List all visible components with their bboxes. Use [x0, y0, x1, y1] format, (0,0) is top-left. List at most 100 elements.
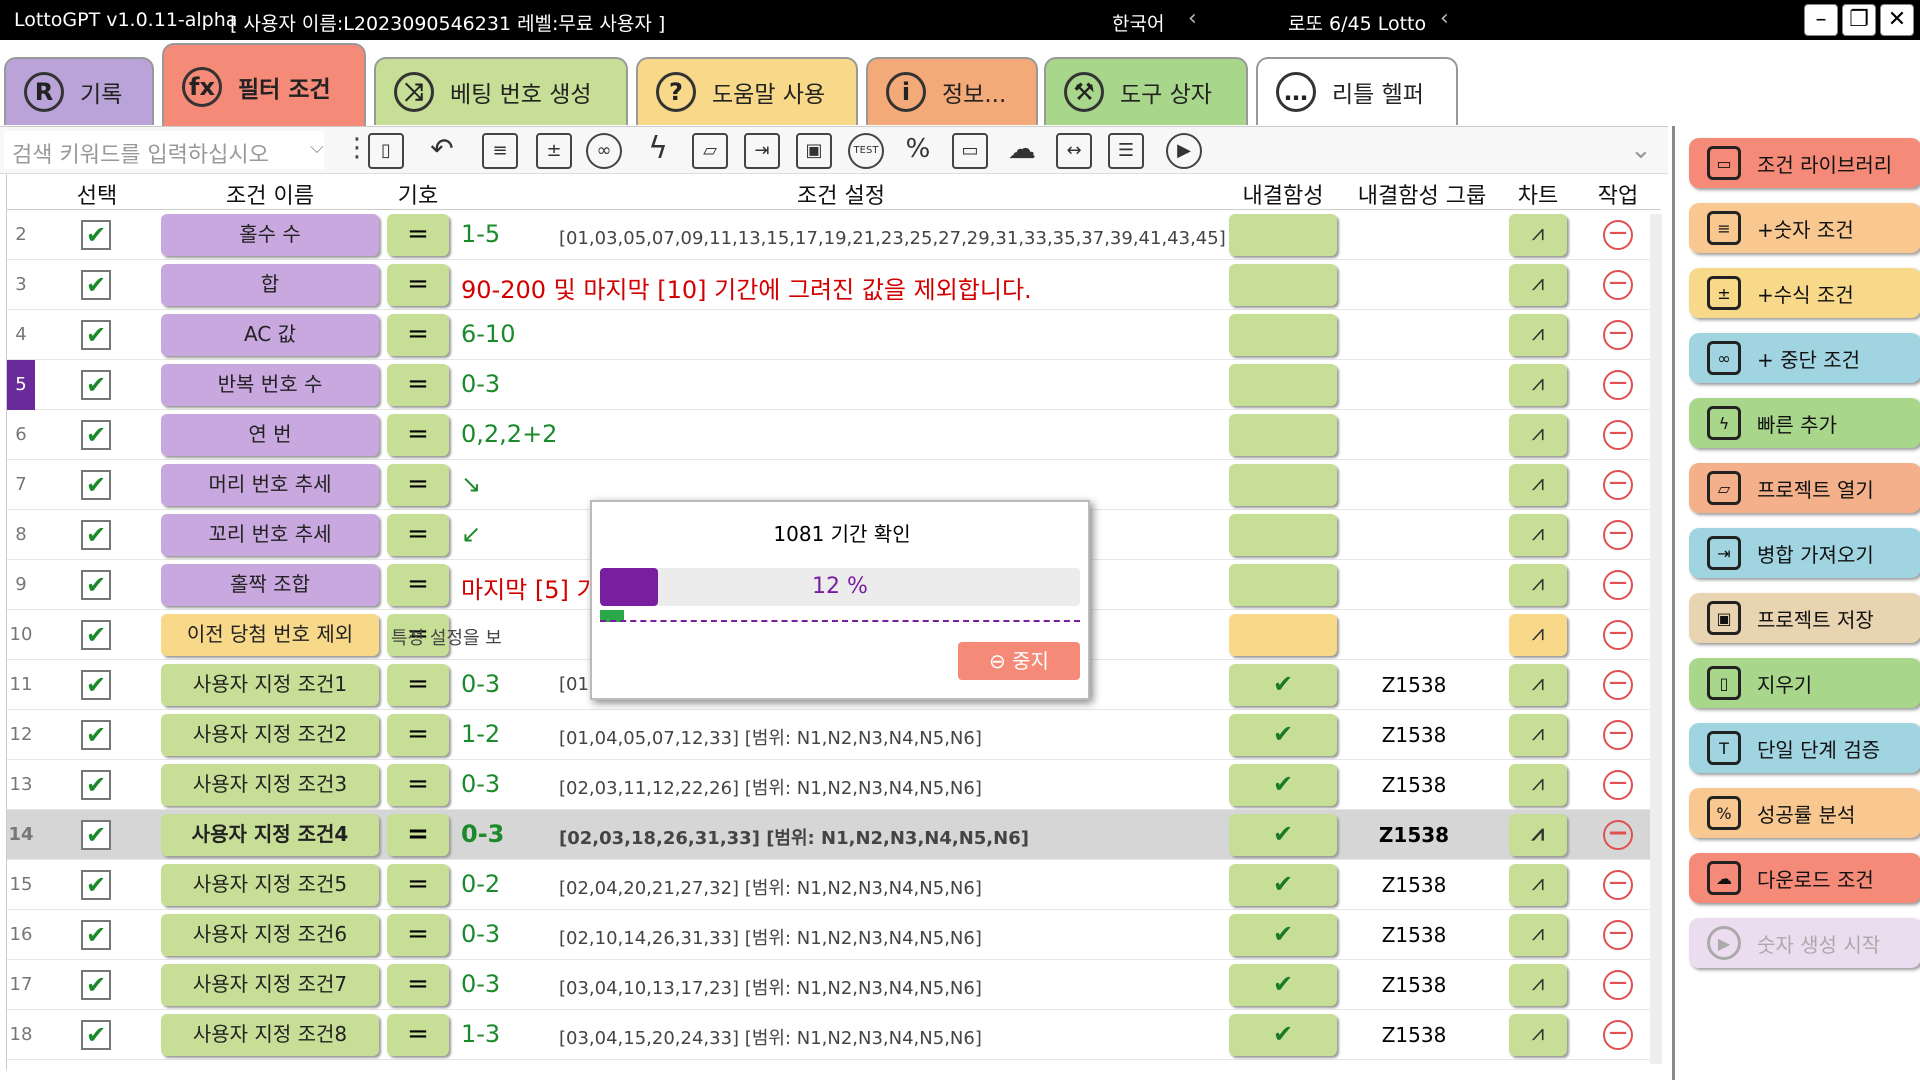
test-icon[interactable]: TEST [848, 133, 884, 169]
select-checkbox[interactable]: ✔ [81, 870, 111, 900]
vertical-scrollbar[interactable] [1650, 214, 1662, 1064]
condition-name-button[interactable]: 사용자 지정 조건7 [161, 964, 379, 1006]
minimize-button[interactable]: – [1804, 4, 1838, 36]
download-icon[interactable]: ☁ [1004, 133, 1040, 169]
delete-row-icon[interactable]: − [1603, 470, 1633, 500]
add-formula-icon[interactable]: ± [536, 133, 572, 169]
delete-row-icon[interactable]: − [1603, 670, 1633, 700]
tab-7[interactable]: … 리틀 헬퍼 [1256, 57, 1458, 125]
delete-row-icon[interactable]: − [1603, 420, 1633, 450]
chart-button[interactable]: ⩘ [1509, 714, 1567, 756]
chart-button[interactable]: ⩘ [1509, 464, 1567, 506]
add-break-icon[interactable]: ∞ [586, 133, 622, 169]
symbol-button[interactable]: = [387, 514, 449, 556]
delete-row-icon[interactable]: − [1603, 570, 1633, 600]
linked-toggle[interactable] [1229, 314, 1337, 356]
chart-button[interactable]: ⩘ [1509, 864, 1567, 906]
linked-toggle[interactable]: ✔ [1229, 664, 1337, 706]
library-icon[interactable]: ▭ [952, 133, 988, 169]
right-button-8[interactable]: ▣ 프로젝트 저장 [1689, 593, 1920, 643]
delete-row-icon[interactable]: − [1603, 270, 1633, 300]
select-checkbox[interactable]: ✔ [81, 770, 111, 800]
header-chart[interactable]: 차트 [1507, 178, 1569, 210]
linked-toggle[interactable] [1229, 364, 1337, 406]
table-row[interactable]: 6 ✔ 연 번 = 0,2,2+2 ⩘ − [7, 410, 1661, 460]
search-dropdown-icon[interactable]: ⌵ [310, 137, 324, 158]
select-checkbox[interactable]: ✔ [81, 820, 111, 850]
header-setting[interactable]: 조건 설정 [461, 178, 1221, 210]
right-button-2[interactable]: ≡ +숫자 조건 [1689, 203, 1920, 253]
select-checkbox[interactable]: ✔ [81, 270, 111, 300]
linked-toggle[interactable] [1229, 464, 1337, 506]
restore-button[interactable]: ❐ [1842, 4, 1876, 36]
chart-button[interactable]: ⩘ [1509, 314, 1567, 356]
chart-button[interactable]: ⩘ [1509, 914, 1567, 956]
collapse-chevron-icon[interactable]: ⌄ [1630, 135, 1652, 165]
condition-name-button[interactable]: 홀짝 조합 [161, 564, 379, 606]
delete-row-icon[interactable]: − [1603, 970, 1633, 1000]
right-button-7[interactable]: ⇥ 병합 가져오기 [1689, 528, 1920, 578]
symbol-button[interactable]: = [387, 1014, 449, 1056]
condition-name-button[interactable]: 반복 번호 수 [161, 364, 379, 406]
chart-button[interactable]: ⩘ [1509, 214, 1567, 256]
right-button-5[interactable]: ϟ 빠른 추가 [1689, 398, 1920, 448]
table-row[interactable]: 13 ✔ 사용자 지정 조건3 = 0-3 [02,03,11,12,22,26] [범위… [7, 760, 1661, 810]
select-checkbox[interactable]: ✔ [81, 620, 111, 650]
symbol-button[interactable]: = [387, 464, 449, 506]
delete-row-icon[interactable]: − [1603, 370, 1633, 400]
delete-row-icon[interactable]: − [1603, 920, 1633, 950]
header-name[interactable]: 조건 이름 [161, 178, 379, 210]
header-symbol[interactable]: 기호 [387, 178, 449, 210]
table-row[interactable]: 5 ✔ 반복 번호 수 = 0-3 ⩘ − [7, 360, 1661, 410]
linked-toggle[interactable] [1229, 614, 1337, 656]
chart-button[interactable]: ⩘ [1509, 264, 1567, 306]
chart-button[interactable]: ⩘ [1509, 964, 1567, 1006]
merge-import-icon[interactable]: ⇥ [744, 133, 780, 169]
table-row[interactable]: 18 ✔ 사용자 지정 조건8 = 1-3 [03,04,15,20,24,33] [범위… [7, 1010, 1661, 1060]
save-icon[interactable]: ▣ [796, 133, 832, 169]
condition-name-button[interactable]: 사용자 지정 조건8 [161, 1014, 379, 1056]
stop-button[interactable]: ⊖ 중지 [958, 642, 1080, 680]
header-group[interactable]: 내결함성 그룹 [1347, 178, 1497, 210]
more-icon[interactable]: ⋮ [344, 133, 370, 163]
condition-name-button[interactable]: 사용자 지정 조건3 [161, 764, 379, 806]
chart-button[interactable]: ⩘ [1509, 514, 1567, 556]
delete-row-icon[interactable]: − [1603, 770, 1633, 800]
tab-1[interactable]: R 기록 [4, 57, 154, 125]
delete-row-icon[interactable]: − [1603, 870, 1633, 900]
select-checkbox[interactable]: ✔ [81, 670, 111, 700]
symbol-button[interactable]: = [387, 864, 449, 906]
symbol-button[interactable]: = [387, 914, 449, 956]
symbol-button[interactable]: = [387, 664, 449, 706]
select-checkbox[interactable]: ✔ [81, 1020, 111, 1050]
select-checkbox[interactable]: ✔ [81, 520, 111, 550]
tab-4[interactable]: ? 도움말 사용 [636, 57, 858, 125]
table-row[interactable]: 12 ✔ 사용자 지정 조건2 = 1-2 [01,04,05,07,12,33] [범위… [7, 710, 1661, 760]
delete-row-icon[interactable]: − [1603, 720, 1633, 750]
linked-toggle[interactable] [1229, 214, 1337, 256]
symbol-button[interactable]: = [387, 814, 449, 856]
chart-button[interactable]: ⩘ [1509, 564, 1567, 606]
linked-toggle[interactable]: ✔ [1229, 1014, 1337, 1056]
symbol-button[interactable]: = [387, 264, 449, 306]
header-action[interactable]: 작업 [1587, 178, 1649, 210]
new-document-icon[interactable]: ▯ [368, 133, 404, 169]
symbol-button[interactable]: = [387, 714, 449, 756]
linked-toggle[interactable]: ✔ [1229, 814, 1337, 856]
right-button-10[interactable]: T 단일 단계 검증 [1689, 723, 1920, 773]
condition-name-button[interactable]: 이전 당첨 번호 제외 [161, 614, 379, 656]
right-button-11[interactable]: % 성공률 분석 [1689, 788, 1920, 838]
right-button-4[interactable]: ∞ + 중단 조건 [1689, 333, 1920, 383]
linked-toggle[interactable]: ✔ [1229, 714, 1337, 756]
undo-icon[interactable]: ↶ [424, 133, 460, 169]
chart-button[interactable]: ⩘ [1509, 1014, 1567, 1056]
header-select[interactable]: 선택 [47, 178, 147, 210]
condition-name-button[interactable]: 합 [161, 264, 379, 306]
linked-toggle[interactable]: ✔ [1229, 964, 1337, 1006]
delete-row-icon[interactable]: − [1603, 820, 1633, 850]
quick-add-icon[interactable]: ϟ [640, 133, 676, 169]
chart-button[interactable]: ⩘ [1509, 814, 1567, 856]
delete-row-icon[interactable]: − [1603, 1020, 1633, 1050]
right-button-1[interactable]: ▭ 조건 라이브러리 [1689, 138, 1920, 188]
condition-name-button[interactable]: 꼬리 번호 추세 [161, 514, 379, 556]
